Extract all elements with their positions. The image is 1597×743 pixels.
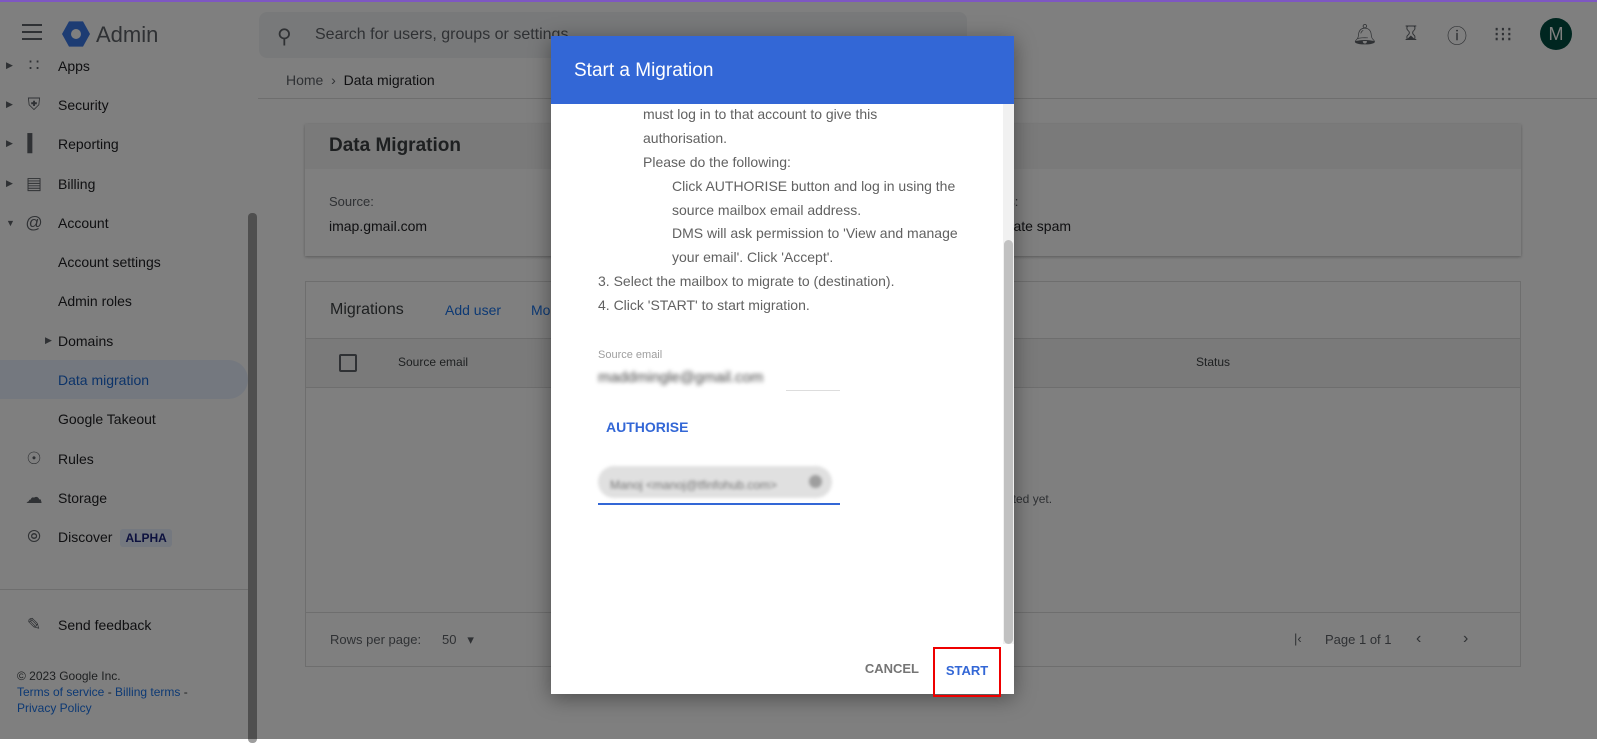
- destination-field-underline: [598, 503, 840, 505]
- destination-chip-label: Manoj <manoj@tfinfohub.com>: [610, 478, 777, 492]
- authorise-button[interactable]: AUTHORISE: [606, 416, 688, 440]
- instruction-line: source mailbox email address.: [672, 202, 862, 218]
- destination-chip[interactable]: Manoj <manoj@tfinfohub.com>: [598, 466, 832, 498]
- instruction-line: 4. Click 'START' to start migration.: [598, 297, 810, 313]
- instruction-line: authorisation.: [643, 130, 728, 146]
- top-accent-line: [0, 0, 1597, 2]
- remove-chip-icon[interactable]: [809, 475, 822, 488]
- field-underline: [786, 390, 840, 391]
- source-email-label: Source email: [598, 349, 663, 361]
- instruction-line: DMS will ask permission to 'View and man…: [672, 225, 958, 241]
- dialog-body: must log in to that account to give this…: [551, 104, 1003, 644]
- scrollbar-thumb[interactable]: [1004, 240, 1013, 644]
- start-button[interactable]: START: [933, 647, 1001, 697]
- dialog-scrollbar[interactable]: [1003, 104, 1014, 644]
- instruction-line: Click AUTHORISE button and log in using …: [672, 178, 956, 194]
- start-migration-dialog: Start a Migration must log in to that ac…: [551, 36, 1014, 697]
- instruction-line: your email'. Click 'Accept'.: [672, 249, 834, 265]
- instruction-line: Please do the following:: [643, 154, 791, 170]
- source-email-field[interactable]: maddmingle@gmail.com: [598, 366, 763, 390]
- dialog-title: Start a Migration: [551, 36, 1014, 104]
- instruction-line: must log in to that account to give this: [643, 106, 878, 122]
- dialog-actions: CANCEL START: [551, 644, 1014, 697]
- instruction-line: 3. Select the mailbox to migrate to (des…: [598, 273, 895, 289]
- cancel-button[interactable]: CANCEL: [865, 661, 919, 676]
